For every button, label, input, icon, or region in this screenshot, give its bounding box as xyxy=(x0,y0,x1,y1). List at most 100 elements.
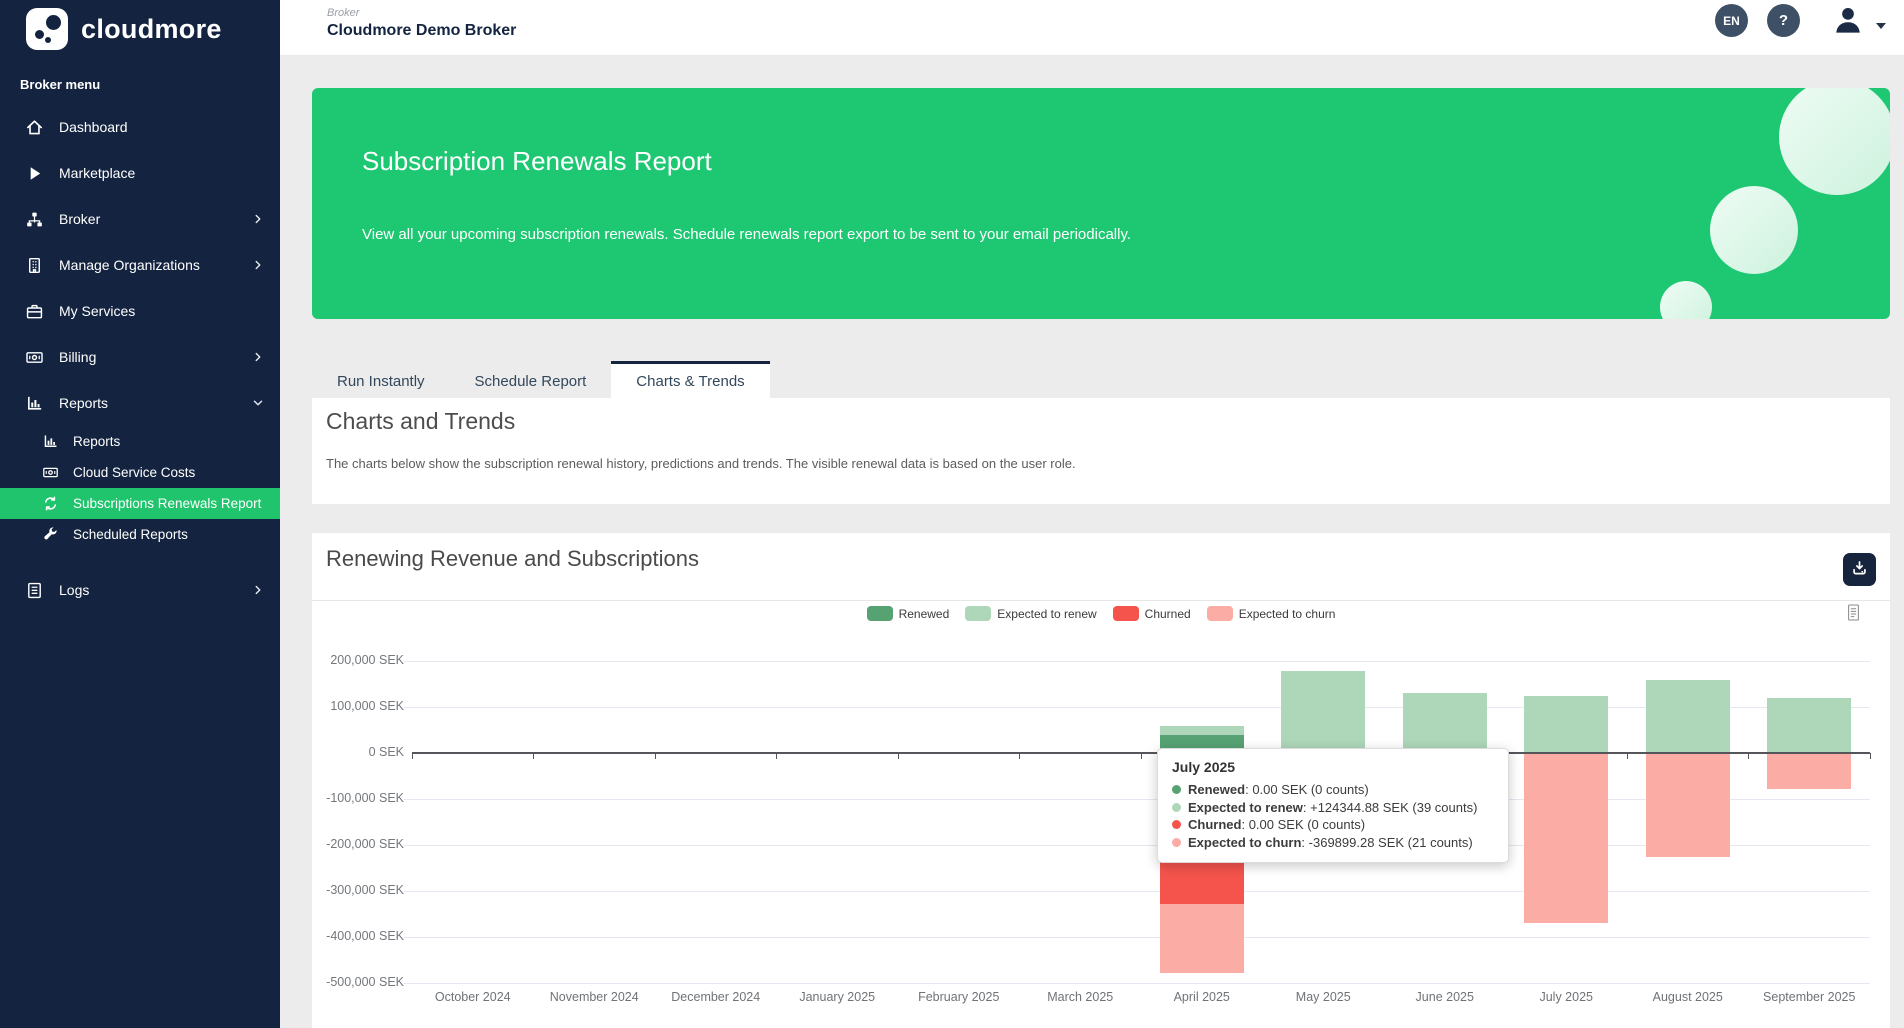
sidebar-item-reports[interactable]: Reports xyxy=(0,426,280,457)
caret-down-icon[interactable] xyxy=(1876,16,1886,22)
gridline xyxy=(404,937,1870,938)
chevron-right-icon xyxy=(251,350,265,364)
bar-segment-expected-to-renew-may-2025[interactable] xyxy=(1281,671,1365,753)
axis-tick xyxy=(1141,753,1142,759)
bar-segment-expected-to-churn-august-2025[interactable] xyxy=(1646,753,1730,857)
x-axis-label: December 2024 xyxy=(655,990,777,1004)
bar-segment-expected-to-renew-september-2025[interactable] xyxy=(1767,698,1851,753)
decorative-circle xyxy=(1710,186,1798,274)
sidebar-item-billing[interactable]: Billing xyxy=(0,334,280,380)
bar-chart-plot: October 2024November 2024December 2024Ja… xyxy=(412,639,1870,1007)
y-axis-label: 200,000 SEK xyxy=(312,653,404,667)
gridline xyxy=(404,891,1870,892)
legend-swatch xyxy=(965,606,991,621)
y-axis-label: -200,000 SEK xyxy=(312,837,404,851)
chart-title: Renewing Revenue and Subscriptions xyxy=(326,546,699,572)
building-icon xyxy=(25,256,44,275)
broker-title: Cloudmore Demo Broker xyxy=(327,22,516,40)
axis-tick xyxy=(1019,753,1020,759)
bar-chart-icon xyxy=(25,394,44,413)
charts-and-trends-panel: Charts and Trends The charts below show … xyxy=(312,398,1890,504)
sidebar-item-label: My Services xyxy=(59,303,135,319)
tooltip-rows: Renewed: 0.00 SEK (0 counts)Expected to … xyxy=(1172,781,1494,851)
x-axis-label: February 2025 xyxy=(898,990,1020,1004)
sidebar-item-logs[interactable]: Logs xyxy=(0,567,280,613)
sidebar-item-marketplace[interactable]: Marketplace xyxy=(0,150,280,196)
sidebar-item-scheduled-reports[interactable]: Scheduled Reports xyxy=(0,519,280,550)
sidebar-item-label: Billing xyxy=(59,349,96,365)
x-axis-label: August 2025 xyxy=(1627,990,1749,1004)
home-icon xyxy=(25,118,44,137)
download-icon xyxy=(1850,559,1869,581)
bar-segment-expected-to-renew-april-2025[interactable] xyxy=(1160,726,1244,735)
page-subtitle: View all your upcoming subscription rene… xyxy=(362,226,1131,243)
x-axis-label: July 2025 xyxy=(1505,990,1627,1004)
y-axis-label: -500,000 SEK xyxy=(312,975,404,989)
tab-run-instantly[interactable]: Run Instantly xyxy=(312,361,450,398)
page-banner: Subscription Renewals Report View all yo… xyxy=(312,88,1890,319)
page-title: Subscription Renewals Report xyxy=(362,146,712,177)
sidebar-item-label: Broker xyxy=(59,211,100,227)
gridline xyxy=(404,661,1870,662)
bar-chart-icon xyxy=(42,433,59,450)
sidebar-item-label: Scheduled Reports xyxy=(73,527,188,542)
legend-label: Expected to churn xyxy=(1239,607,1336,621)
sidebar-item-label: Reports xyxy=(59,395,108,411)
axis-tick xyxy=(1748,753,1749,759)
sidebar-item-dashboard[interactable]: Dashboard xyxy=(0,104,280,150)
wrench-icon xyxy=(42,526,59,543)
legend-swatch xyxy=(1113,606,1139,621)
bar-segment-expected-to-churn-september-2025[interactable] xyxy=(1767,753,1851,789)
tab-charts-trends[interactable]: Charts & Trends xyxy=(611,361,769,398)
x-axis-label: January 2025 xyxy=(776,990,898,1004)
bar-segment-expected-to-renew-august-2025[interactable] xyxy=(1646,680,1730,753)
axis-tick xyxy=(898,753,899,759)
chart-export-menu-icon[interactable] xyxy=(1846,603,1861,622)
bar-segment-expected-to-renew-july-2025[interactable] xyxy=(1524,696,1608,753)
legend-item-expected-to-churn[interactable]: Expected to churn xyxy=(1207,606,1336,621)
section-description: The charts below show the subscription r… xyxy=(326,456,1076,471)
bar-segment-expected-to-churn-july-2025[interactable] xyxy=(1524,753,1608,923)
bar-segment-expected-to-churn-april-2025[interactable] xyxy=(1160,904,1244,973)
chevron-right-icon xyxy=(251,258,265,272)
series-dot xyxy=(1172,820,1181,829)
x-axis-label: June 2025 xyxy=(1384,990,1506,1004)
sidebar-item-reports[interactable]: Reports xyxy=(0,380,280,426)
sidebar-item-label: Manage Organizations xyxy=(59,257,200,273)
decorative-circle xyxy=(1660,281,1712,319)
sidebar-item-my-services[interactable]: My Services xyxy=(0,288,280,334)
sidebar-item-subscriptions-renewals-report[interactable]: Subscriptions Renewals Report xyxy=(0,488,280,519)
x-axis-label: November 2024 xyxy=(533,990,655,1004)
top-header: Broker Cloudmore Demo Broker EN ? xyxy=(280,0,1904,56)
refresh-icon xyxy=(42,495,59,512)
sidebar-item-broker[interactable]: Broker xyxy=(0,196,280,242)
banknote-icon xyxy=(25,348,44,367)
download-button[interactable] xyxy=(1843,553,1876,586)
decorative-circle xyxy=(1779,88,1890,195)
legend-item-churned[interactable]: Churned xyxy=(1113,606,1191,621)
sidebar-item-manage-organizations[interactable]: Manage Organizations xyxy=(0,242,280,288)
x-axis-label: October 2024 xyxy=(412,990,534,1004)
brand-logo[interactable]: cloudmore xyxy=(0,0,280,50)
sidebar-item-cloud-service-costs[interactable]: Cloud Service Costs xyxy=(0,457,280,488)
bar-segment-expected-to-renew-june-2025[interactable] xyxy=(1403,693,1487,753)
legend-swatch xyxy=(1207,606,1233,621)
sidebar-item-label: Subscriptions Renewals Report xyxy=(73,496,261,511)
chevron-right-icon xyxy=(251,583,265,597)
x-axis-label: April 2025 xyxy=(1141,990,1263,1004)
legend-item-expected-to-renew[interactable]: Expected to renew xyxy=(965,606,1096,621)
legend-item-renewed[interactable]: Renewed xyxy=(867,606,950,621)
tab-schedule-report[interactable]: Schedule Report xyxy=(450,361,612,398)
language-button[interactable]: EN xyxy=(1715,4,1748,37)
banknote-icon xyxy=(42,464,59,481)
help-button[interactable]: ? xyxy=(1767,4,1800,37)
user-avatar-icon[interactable] xyxy=(1832,4,1864,36)
chart-tooltip: July 2025 Renewed: 0.00 SEK (0 counts)Ex… xyxy=(1157,748,1509,863)
tooltip-title: July 2025 xyxy=(1172,759,1494,775)
y-axis-label: 100,000 SEK xyxy=(312,699,404,713)
legend-label: Renewed xyxy=(899,607,950,621)
chevron-right-icon xyxy=(251,212,265,226)
chart-legend: Renewed Expected to renew Churned Expected … xyxy=(312,606,1890,621)
chevron-down-icon xyxy=(251,396,265,410)
axis-tick xyxy=(776,753,777,759)
